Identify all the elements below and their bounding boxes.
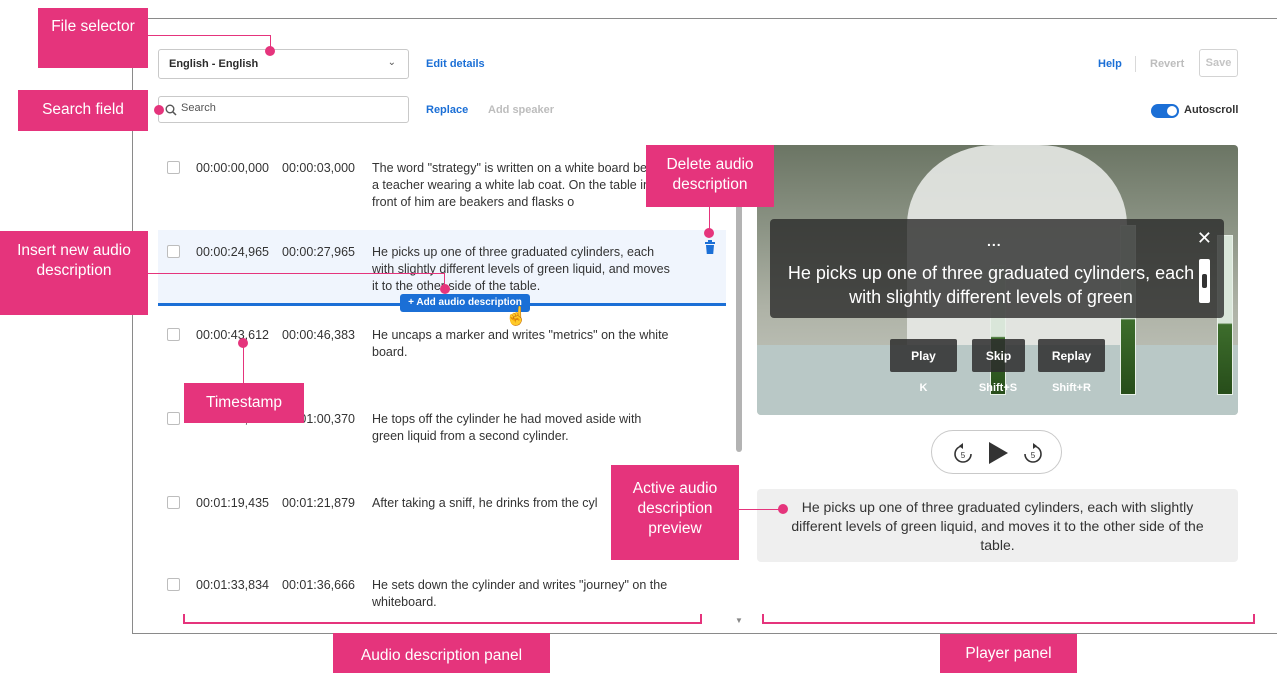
row-checkbox[interactable] [167, 578, 180, 591]
description-text[interactable]: He sets down the cylinder and writes "jo… [372, 577, 672, 611]
search-field[interactable] [158, 96, 409, 123]
player-panel-bracket [762, 614, 1255, 624]
overlay-scroll-thumb[interactable] [1202, 274, 1207, 288]
play-shortcut: K [919, 382, 928, 394]
search-icon [165, 104, 177, 116]
language-select-value: English - English [169, 58, 259, 70]
callout-active-preview: Active audio description preview [611, 465, 739, 560]
end-timestamp[interactable]: 00:00:46,383 [282, 328, 355, 342]
callout-search-field: Search field [18, 90, 148, 131]
play-button[interactable]: Play [890, 339, 957, 372]
autoscroll-toggle[interactable] [1151, 104, 1179, 118]
rewind-5-icon[interactable]: 5 [952, 443, 974, 465]
callout-dot [238, 338, 248, 348]
callout-dot [704, 228, 714, 238]
start-timestamp[interactable]: 00:00:00,000 [196, 161, 269, 175]
forward-seconds: 5 [1031, 451, 1036, 460]
end-timestamp[interactable]: 00:00:03,000 [282, 161, 355, 175]
description-row[interactable]: 00:00:00,000 00:00:03,000 The word "stra… [158, 153, 726, 213]
callout-dot [440, 284, 450, 294]
start-timestamp[interactable]: 00:00:24,965 [196, 245, 269, 259]
overlay-caption: He picks up one of three graduated cylin… [787, 263, 1195, 307]
row-checkbox[interactable] [167, 412, 180, 425]
skip-shortcut: Shift+S [978, 382, 1018, 394]
end-timestamp[interactable]: 00:01:36,666 [282, 578, 355, 592]
play-icon[interactable] [987, 441, 1009, 465]
close-icon[interactable]: ✕ [1197, 228, 1212, 249]
overlay-scrollbar[interactable] [1199, 259, 1210, 303]
row-checkbox[interactable] [167, 245, 180, 258]
callout-player-panel: Player panel [940, 634, 1077, 673]
forward-5-icon[interactable]: 5 [1022, 443, 1044, 465]
description-text[interactable]: The word "strategy" is written on a whit… [372, 160, 672, 211]
skip-button[interactable]: Skip [972, 339, 1025, 372]
callout-line [148, 35, 271, 36]
description-text[interactable]: He picks up one of three graduated cylin… [372, 244, 672, 295]
description-text[interactable]: He tops off the cylinder he had moved as… [372, 411, 672, 445]
list-scrollbar[interactable] [736, 190, 742, 452]
description-text[interactable]: After taking a sniff, he drinks from the… [372, 495, 642, 512]
chevron-down-icon: ⌄ [387, 57, 396, 68]
callout-audio-panel: Audio description panel [333, 633, 550, 673]
edit-details-link[interactable]: Edit details [426, 58, 485, 70]
replay-shortcut: Shift+R [1052, 382, 1091, 394]
language-file-select[interactable]: English - English ⌄ [158, 49, 409, 79]
help-link[interactable]: Help [1098, 58, 1122, 70]
callout-line [739, 509, 781, 510]
callout-dot [265, 46, 275, 56]
start-timestamp[interactable]: 00:00:43,612 [196, 328, 269, 342]
end-timestamp[interactable]: 00:01:21,879 [282, 496, 355, 510]
description-text[interactable]: He uncaps a marker and writes "metrics" … [372, 327, 672, 361]
revert-button[interactable]: Revert [1150, 58, 1184, 70]
trash-icon[interactable] [704, 240, 716, 254]
toggle-knob [1167, 106, 1177, 116]
row-checkbox[interactable] [167, 161, 180, 174]
end-timestamp[interactable]: 00:00:27,965 [282, 245, 355, 259]
audio-panel-bracket [183, 614, 702, 624]
search-input[interactable] [181, 102, 401, 114]
active-description-preview: He picks up one of three graduated cylin… [757, 489, 1238, 562]
description-overlay: ... ✕ He picks up one of three graduated… [770, 219, 1224, 318]
replace-link[interactable]: Replace [426, 104, 468, 116]
callout-line [148, 273, 444, 274]
callout-file-selector: File selector [38, 8, 148, 68]
start-timestamp[interactable]: 00:01:19,435 [196, 496, 269, 510]
callout-dot [778, 504, 788, 514]
transport-controls: 5 5 [931, 430, 1062, 474]
row-checkbox[interactable] [167, 328, 180, 341]
save-button[interactable]: Save [1199, 49, 1238, 77]
callout-dot [154, 105, 164, 115]
add-speaker-button[interactable]: Add speaker [488, 104, 554, 116]
row-checkbox[interactable] [167, 496, 180, 509]
rewind-seconds: 5 [961, 451, 966, 460]
overlay-drag-handle[interactable]: ... [987, 233, 1002, 249]
toolbar-divider [1135, 56, 1136, 72]
description-row[interactable]: 00:01:33,834 00:01:36,666 He sets down t… [158, 570, 726, 618]
callout-delete: Delete audio description [646, 145, 774, 207]
autoscroll-label: Autoscroll [1184, 104, 1239, 116]
callout-insert-new: Insert new audio description [0, 231, 148, 315]
scroll-down-arrow-icon[interactable]: ▼ [735, 616, 743, 625]
callout-timestamp: Timestamp [184, 383, 304, 423]
replay-button[interactable]: Replay [1038, 339, 1105, 372]
start-timestamp[interactable]: 00:01:33,834 [196, 578, 269, 592]
